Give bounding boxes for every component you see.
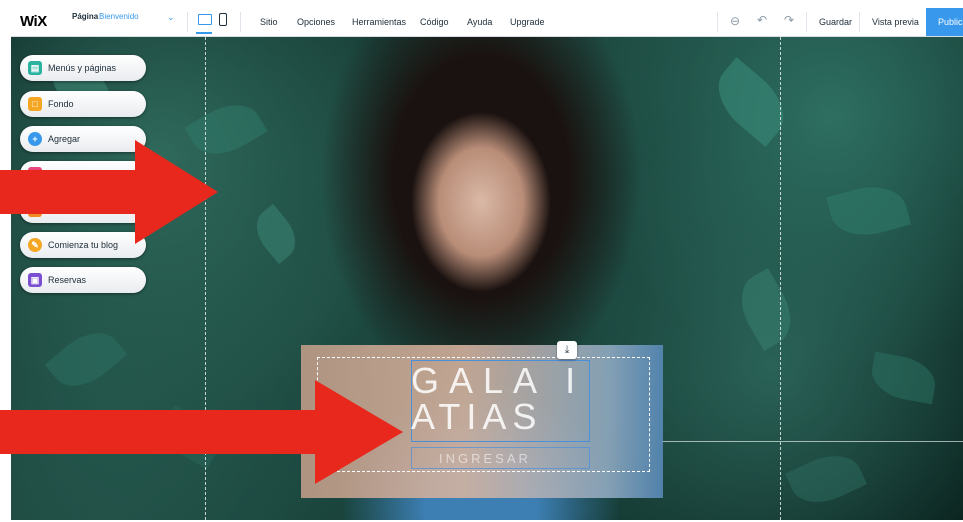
sidebar-item-background[interactable]: □ Fondo (20, 91, 146, 117)
divider (240, 12, 241, 32)
save-button[interactable]: Guardar (819, 17, 852, 27)
leaf-decoration (246, 203, 306, 265)
menu-upgrade[interactable]: Upgrade (510, 17, 545, 27)
divider (717, 12, 718, 32)
leaf-decoration (729, 267, 803, 352)
active-view-indicator (196, 32, 212, 34)
preview-button[interactable]: Vista previa (872, 17, 919, 27)
menu-sitio[interactable]: Sitio (260, 17, 278, 27)
page-selector[interactable]: Bienvenido (99, 12, 139, 21)
bookings-icon: ▣ (28, 273, 42, 287)
menu-codigo[interactable]: Código (420, 17, 449, 27)
download-icon[interactable]: ⤓ (557, 341, 577, 359)
pages-icon: ▤ (28, 61, 42, 75)
menu-herramientas[interactable]: Herramientas (352, 17, 406, 27)
mobile-icon[interactable] (219, 13, 227, 26)
divider (806, 12, 807, 32)
chevron-down-icon[interactable]: ⌄ (167, 12, 175, 23)
wix-logo: WiX (20, 13, 47, 30)
leaf-decoration (784, 444, 868, 514)
section-guide (661, 441, 963, 442)
undo-icon[interactable]: ↶ (757, 13, 767, 27)
zoom-out-icon[interactable]: ⊖ (730, 14, 740, 28)
menu-opciones[interactable]: Opciones (297, 17, 335, 27)
divider (187, 12, 188, 32)
sidebar-item-label: Fondo (48, 99, 74, 109)
background-icon: □ (28, 97, 42, 111)
page-label: Página (72, 12, 99, 21)
red-arrow-icon (0, 140, 218, 244)
redo-icon[interactable]: ↷ (784, 13, 794, 27)
menu-ayuda[interactable]: Ayuda (467, 17, 492, 27)
leaf-decoration (704, 57, 798, 147)
sidebar-item-menus[interactable]: ▤ Menús y páginas (20, 55, 146, 81)
sidebar-item-label: Menús y páginas (48, 63, 117, 73)
enter-button[interactable]: INGRESAR (439, 451, 531, 466)
sidebar-item-bookings[interactable]: ▣ Reservas (20, 267, 146, 293)
sidebar-item-label: Reservas (48, 275, 87, 285)
divider (859, 12, 860, 32)
site-title-line2[interactable]: ATIAS (411, 396, 542, 438)
leaf-decoration (826, 178, 911, 244)
leaf-decoration (867, 351, 940, 405)
top-bar: WiX Página Bienvenido ⌄ Sitio Opciones H… (11, 8, 963, 37)
publish-button[interactable]: Publicar (926, 8, 963, 36)
desktop-icon[interactable] (198, 14, 212, 25)
gridline-right (780, 37, 781, 520)
red-arrow-icon (0, 380, 403, 484)
